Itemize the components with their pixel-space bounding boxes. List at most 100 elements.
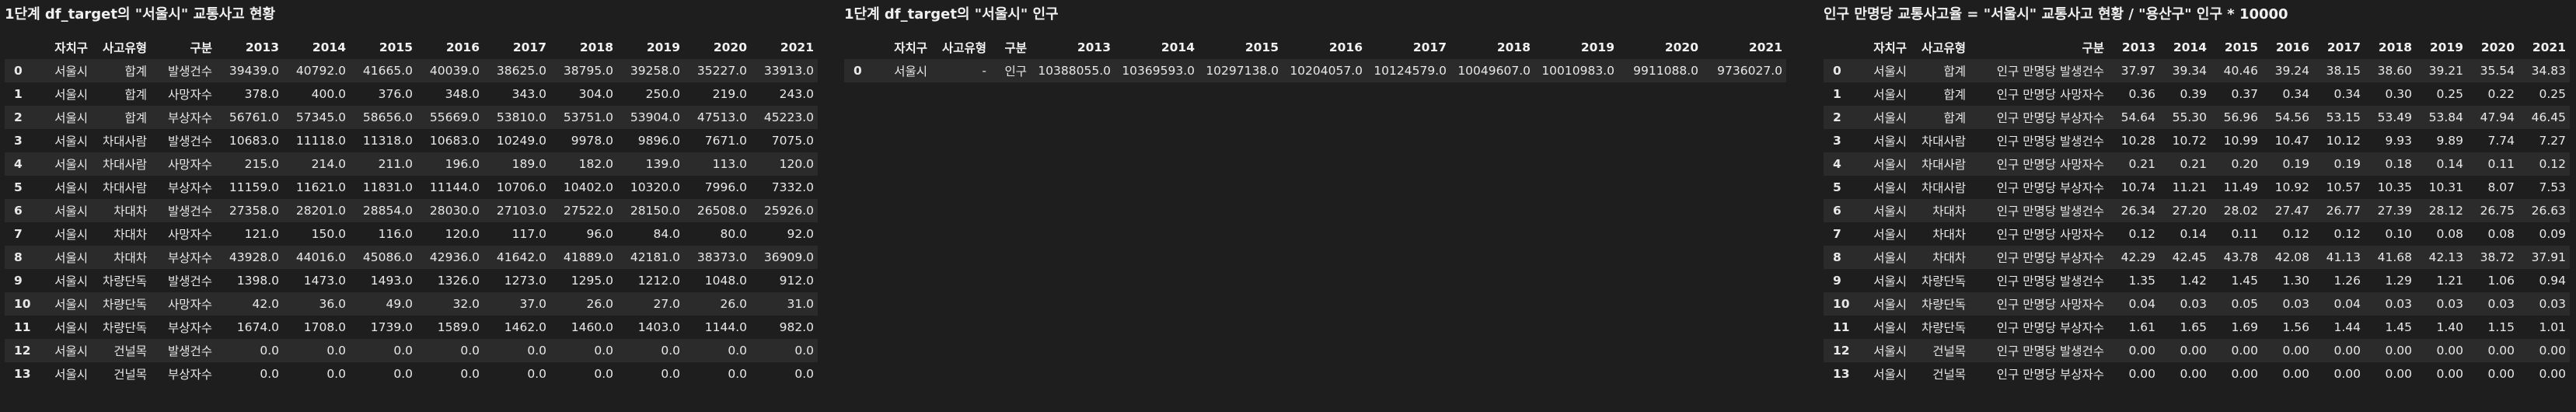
table-cell: 0.00: [2180, 344, 2207, 358]
table-cell: 10.28: [2120, 134, 2155, 148]
table-cell: 56.96: [2223, 110, 2258, 124]
table-cell: 합계: [124, 65, 147, 79]
table-cell: 서울시: [894, 65, 927, 79]
row-index: 1: [1833, 87, 1841, 101]
table-cell: 113.0: [712, 157, 747, 171]
table-cell: 0.00: [2231, 367, 2258, 381]
table-cell: 0.00: [2333, 367, 2361, 381]
table-cell: 0.0: [393, 344, 413, 358]
table-cell: 건널목: [113, 344, 147, 358]
table-cell: 인구 만명당 발생건수: [1996, 134, 2104, 148]
table-cell: 44016.0: [295, 250, 346, 264]
table-cell: 0.00: [2539, 344, 2566, 358]
table-cell: 0.0: [326, 367, 346, 381]
table-cell: 서울시: [1873, 204, 1907, 218]
table-cell: 차량단독: [1921, 298, 1966, 312]
table-cell: 0.0: [527, 367, 546, 381]
table-cell: 53.15: [2326, 110, 2361, 124]
table-cell: 0.0: [728, 367, 747, 381]
table-cell: 28030.0: [429, 204, 480, 218]
table-cell: 46.45: [2531, 110, 2566, 124]
column-header: 2021: [751, 36, 818, 59]
table-cell: 인구 만명당 부상자수: [1996, 251, 2104, 265]
table-cell: 28.02: [2223, 204, 2258, 218]
column-header: 2018: [1450, 36, 1534, 59]
table-cell: 39258.0: [630, 64, 680, 78]
table-cell: 서울시: [54, 274, 88, 288]
column-header: 자치구: [878, 36, 931, 59]
table-cell: 서울시: [54, 368, 88, 382]
table-cell: 1.56: [2282, 320, 2309, 334]
table-cell: 26.0: [586, 297, 613, 311]
table-row: 1 서울시 합계 인구 만명당 사망자수 0.36 0.39 0.37 0.34 0.34 0.3…: [1824, 82, 2570, 106]
table-row: 2 서울시 합계 부상자수 56761.0 57345.0 58656.0 55669.0 53…: [5, 106, 818, 129]
table-cell: 인구 만명당 발생건수: [1996, 344, 2104, 358]
table-cell: 11.49: [2223, 180, 2258, 194]
table-cell: 1462.0: [504, 320, 546, 334]
index-header: [1824, 36, 1858, 59]
table-cell: 47.94: [2480, 110, 2515, 124]
row-index: 8: [14, 250, 23, 264]
table-cell: 189.0: [511, 157, 546, 171]
table-cell: 39439.0: [229, 64, 279, 78]
row-index: 6: [1833, 204, 1841, 218]
table-row: 1 서울시 합계 사망자수 378.0 400.0 376.0 348.0 343.0 304.0…: [5, 82, 818, 106]
table-cell: 120.0: [445, 227, 480, 241]
table-cell: 26508.0: [696, 204, 747, 218]
table-cell: 0.18: [2385, 157, 2412, 171]
table-cell: 1.44: [2333, 320, 2361, 334]
column-header: 구분: [151, 36, 216, 59]
table-row: 5 서울시 차대사람 부상자수 11159.0 11621.0 11831.0 11144.0…: [5, 176, 818, 199]
table-cell: 376.0: [378, 87, 413, 101]
column-header: 2013: [2108, 36, 2159, 59]
table-cell: 53.49: [2377, 110, 2412, 124]
table-cell: 차량단독: [1921, 274, 1966, 288]
table-cell: 차대차: [1932, 251, 1966, 265]
table-cell: 서울시: [54, 344, 88, 358]
table-cell: 10.72: [2172, 134, 2207, 148]
table-cell: 26.75: [2480, 204, 2515, 218]
table-cell: 45086.0: [362, 250, 413, 264]
table-cell: 10010983.0: [1541, 64, 1614, 78]
table-cell: 36.0: [319, 297, 346, 311]
table-cell: 1.06: [2487, 274, 2515, 288]
table-cell: 10683.0: [429, 134, 480, 148]
table-cell: 1460.0: [571, 320, 613, 334]
row-index: 10: [1833, 297, 1850, 311]
table-cell: 1.15: [2487, 320, 2515, 334]
table-cell: 42.0: [252, 297, 279, 311]
table-cell: 53751.0: [563, 110, 613, 124]
row-index: 6: [14, 204, 23, 218]
column-header: 2015: [350, 36, 417, 59]
table-cell: 0.09: [2539, 227, 2566, 241]
table-cell: 발생건수: [167, 274, 212, 288]
table-cell: 38625.0: [496, 64, 546, 78]
column-header: 2015: [2211, 36, 2262, 59]
table-row: 13 서울시 건널목 인구 만명당 부상자수 0.00 0.00 0.00 0.00 0.00 0…: [1824, 362, 2570, 386]
table-cell: 1326.0: [437, 274, 480, 288]
table-cell: 1.45: [2231, 274, 2258, 288]
table-cell: 인구 만명당 사망자수: [1996, 88, 2104, 102]
table-cell: 차대차: [1932, 204, 1966, 218]
table-cell: 인구 만명당 발생건수: [1996, 204, 2104, 218]
table-cell: 인구 만명당 발생건수: [1996, 274, 2104, 288]
table-cell: 서울시: [54, 298, 88, 312]
table-cell: 건널목: [1932, 344, 1966, 358]
table-cell: 0.0: [661, 344, 680, 358]
table-cell: 0.00: [2487, 367, 2515, 381]
table-cell: 7.27: [2539, 134, 2566, 148]
table-cell: 1.26: [2333, 274, 2361, 288]
table-cell: 7996.0: [704, 180, 747, 194]
table-row: 3 서울시 차대사람 발생건수 10683.0 11118.0 11318.0 10683.0…: [5, 129, 818, 152]
column-header: 2014: [2159, 36, 2211, 59]
table-cell: 32.0: [452, 297, 480, 311]
table-cell: 912.0: [779, 274, 814, 288]
table-cell: 31.0: [787, 297, 814, 311]
table-cell: 부상자수: [167, 251, 212, 265]
row-index: 13: [1833, 367, 1850, 381]
table-cell: 9911088.0: [1633, 64, 1698, 78]
table-cell: 서울시: [1873, 65, 1907, 79]
table-cell: 27.0: [653, 297, 680, 311]
table-cell: 사망자수: [167, 88, 212, 102]
table-cell: 1708.0: [303, 320, 346, 334]
